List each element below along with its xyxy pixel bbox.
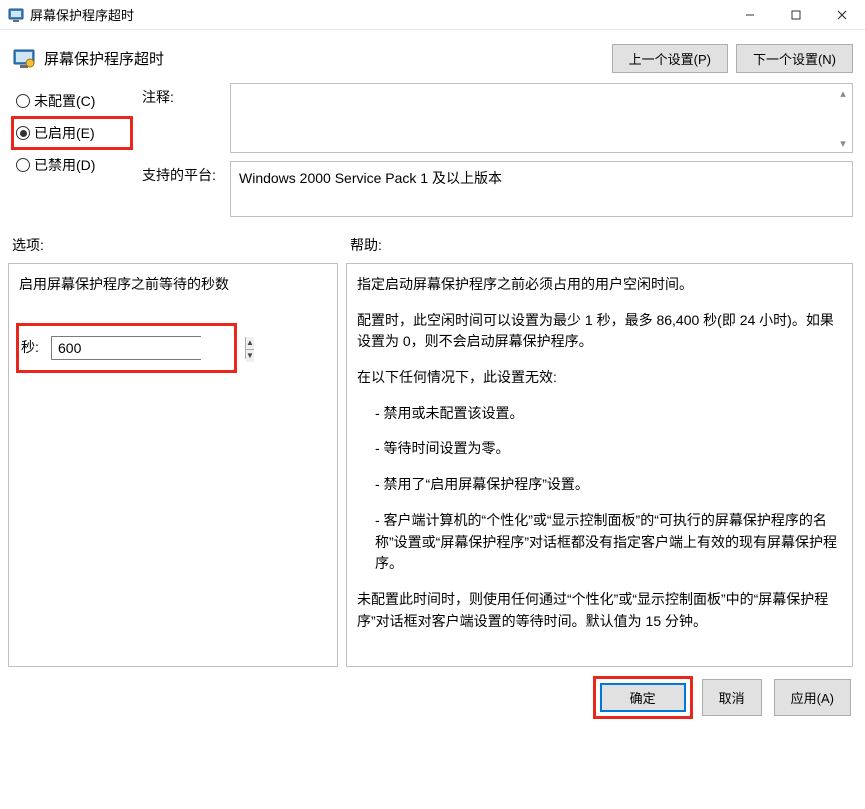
help-text: 未配置此时间时，则使用任何通过“个性化”或“显示控制面板”中的“屏幕保护程序”对… <box>357 589 842 632</box>
config-area: 未配置(C) 已启用(E) 已禁用(D) 注释: ▴ ▾ 支持的平台: Wind… <box>0 77 865 217</box>
options-heading: 启用屏幕保护程序之前等待的秒数 <box>19 274 327 296</box>
radio-label: 已禁用(D) <box>34 155 95 175</box>
spinner-up-button[interactable]: ▲ <box>246 337 254 350</box>
apply-button[interactable]: 应用(A) <box>774 679 851 716</box>
maximize-button[interactable] <box>773 0 819 30</box>
window-controls <box>727 0 865 29</box>
radio-group: 未配置(C) 已启用(E) 已禁用(D) <box>12 83 132 217</box>
radio-label: 未配置(C) <box>34 91 95 111</box>
next-setting-button[interactable]: 下一个设置(N) <box>736 44 853 73</box>
help-panel: 指定启动屏幕保护程序之前必须占用的用户空闲时间。 配置时，此空闲时间可以设置为最… <box>346 263 853 667</box>
seconds-row: 秒: ▲ ▼ <box>19 326 234 370</box>
radio-enabled[interactable]: 已启用(E) <box>12 117 132 149</box>
help-body: 指定启动屏幕保护程序之前必须占用的用户空闲时间。 配置时，此空闲时间可以设置为最… <box>357 274 842 632</box>
help-label: 帮助: <box>350 235 853 255</box>
radio-disabled[interactable]: 已禁用(D) <box>12 149 132 181</box>
options-label: 选项: <box>12 235 350 255</box>
close-button[interactable] <box>819 0 865 30</box>
scroll-up-icon[interactable]: ▴ <box>836 86 850 100</box>
help-text: 在以下任何情况下，此设置无效: <box>357 367 842 389</box>
comment-textbox[interactable]: ▴ ▾ <box>230 83 853 153</box>
previous-setting-button[interactable]: 上一个设置(P) <box>612 44 728 73</box>
seconds-spinner[interactable]: ▲ ▼ <box>51 336 201 360</box>
radio-not-configured[interactable]: 未配置(C) <box>12 85 132 117</box>
radio-icon <box>16 158 30 172</box>
radio-label: 已启用(E) <box>34 123 95 143</box>
window-title: 屏幕保护程序超时 <box>30 5 727 24</box>
radio-icon <box>16 126 30 140</box>
scroll-down-icon[interactable]: ▾ <box>836 136 850 150</box>
spinner-down-button[interactable]: ▼ <box>246 350 254 362</box>
page-title: 屏幕保护程序超时 <box>44 48 612 69</box>
supported-value: Windows 2000 Service Pack 1 及以上版本 <box>239 170 502 186</box>
seconds-label: 秒: <box>21 337 43 359</box>
comment-label: 注释: <box>142 83 222 107</box>
title-bar: 屏幕保护程序超时 <box>0 0 865 30</box>
options-panel: 启用屏幕保护程序之前等待的秒数 秒: ▲ ▼ <box>8 263 338 667</box>
policy-icon <box>12 47 36 71</box>
app-icon <box>8 7 24 23</box>
footer-buttons: 确定 取消 应用(A) <box>0 667 865 716</box>
radio-icon <box>16 94 30 108</box>
panels: 启用屏幕保护程序之前等待的秒数 秒: ▲ ▼ 指定启动屏幕保护程序之前必须占用的… <box>0 259 865 667</box>
help-text: 指定启动屏幕保护程序之前必须占用的用户空闲时间。 <box>357 274 842 296</box>
ok-button[interactable]: 确定 <box>600 683 686 712</box>
minimize-button[interactable] <box>727 0 773 30</box>
help-bullet: - 客户端计算机的“个性化”或“显示控制面板”的“可执行的屏幕保护程序的名称”设… <box>357 510 842 575</box>
help-bullet: - 禁用或未配置该设置。 <box>357 403 842 425</box>
header-row: 屏幕保护程序超时 上一个设置(P) 下一个设置(N) <box>0 30 865 77</box>
ok-highlight: 确定 <box>596 679 690 716</box>
help-bullet: - 等待时间设置为零。 <box>357 438 842 460</box>
help-text: 配置时，此空闲时间可以设置为最少 1 秒，最多 86,400 秒(即 24 小时… <box>357 310 842 353</box>
supported-textbox: Windows 2000 Service Pack 1 及以上版本 <box>230 161 853 217</box>
section-labels: 选项: 帮助: <box>0 217 865 259</box>
cancel-button[interactable]: 取消 <box>702 679 762 716</box>
seconds-input[interactable] <box>52 337 245 359</box>
help-bullet: - 禁用了“启用屏幕保护程序”设置。 <box>357 474 842 496</box>
supported-label: 支持的平台: <box>142 161 222 185</box>
